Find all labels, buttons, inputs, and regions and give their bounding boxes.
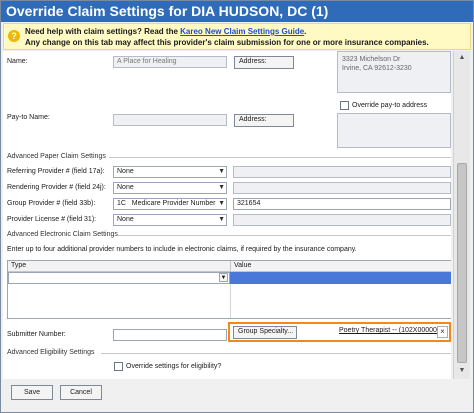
group-provider-select[interactable]: 1C Medicare Provider Number ▼: [113, 198, 227, 210]
override-payto-checkbox[interactable]: [340, 101, 349, 110]
help-infobar: ? Need help with claim settings? Read th…: [3, 23, 471, 50]
name-address-button[interactable]: Address:: [234, 56, 294, 69]
referring-provider-value: None: [117, 168, 134, 175]
window-title: Override Claim Settings for DIA HUDSON, …: [1, 1, 473, 22]
group-specialty-value[interactable]: Poetry Therapist -- (102X00000X): [339, 327, 444, 334]
override-eligibility-label: Override settings for eligibility?: [126, 363, 222, 370]
payto-name-label: Pay-to Name:: [7, 114, 50, 121]
type-column-header[interactable]: Type: [11, 262, 26, 269]
scrollbar-thumb[interactable]: [457, 163, 467, 363]
value-cell[interactable]: [230, 272, 451, 284]
rendering-provider-label: Rendering Provider # (field 24j):: [7, 184, 106, 191]
close-icon[interactable]: ×: [437, 326, 448, 338]
chevron-down-icon[interactable]: ▼: [219, 273, 228, 282]
paper-section-header: Advanced Paper Claim Settings: [7, 153, 106, 160]
name-field[interactable]: A Place for Healing: [113, 56, 227, 68]
cancel-button[interactable]: Cancel: [60, 385, 102, 400]
submitter-number-field[interactable]: [113, 329, 227, 341]
provider-numbers-grid[interactable]: Type Value ▼: [7, 260, 451, 319]
rendering-provider-value: None: [117, 184, 134, 191]
payto-name-field[interactable]: [113, 114, 227, 126]
paper-section-divider: [109, 157, 451, 158]
scroll-up-icon[interactable]: ▲: [454, 51, 470, 65]
chevron-down-icon: ▼: [218, 168, 225, 175]
override-eligibility-checkbox[interactable]: [114, 362, 123, 371]
rendering-provider-number[interactable]: [233, 182, 451, 194]
submitter-number-label: Submitter Number:: [7, 331, 66, 338]
electronic-instructions: Enter up to four additional provider num…: [7, 246, 357, 253]
provider-license-label: Provider License # (field 31):: [7, 216, 97, 223]
table-row[interactable]: ▼: [8, 272, 451, 284]
group-provider-type: Medicare Provider Number: [131, 200, 216, 207]
provider-license-number[interactable]: [233, 214, 451, 226]
referring-provider-number[interactable]: [233, 166, 451, 178]
rendering-provider-select[interactable]: None ▼: [113, 182, 227, 194]
chevron-down-icon: ▼: [218, 216, 225, 223]
eligibility-section-header: Advanced Eligibility Settings: [7, 349, 95, 356]
payto-address-box: [337, 113, 451, 148]
chevron-down-icon: ▼: [218, 184, 225, 191]
address-line-1: 3323 Michelson Dr: [342, 56, 401, 63]
provider-license-select[interactable]: None ▼: [113, 214, 227, 226]
claim-settings-guide-link[interactable]: Kareo New Claim Settings Guide: [180, 27, 304, 36]
type-cell[interactable]: [8, 272, 230, 284]
name-label: Name:: [7, 58, 28, 65]
address-line-2: Irvine, CA 92612-3230: [342, 65, 412, 72]
group-provider-number[interactable]: 321654: [233, 198, 451, 210]
help-message: Need help with claim settings? Read the …: [25, 27, 307, 36]
override-payto-label: Override pay-to address: [352, 102, 428, 109]
eligibility-section-divider: [101, 353, 451, 354]
override-claim-settings-window: Override Claim Settings for DIA HUDSON, …: [0, 0, 474, 413]
provider-license-value: None: [117, 216, 134, 223]
vertical-scrollbar[interactable]: ▲ ▼: [453, 51, 470, 379]
group-provider-label: Group Provider # (field 33b):: [7, 200, 96, 207]
referring-provider-select[interactable]: None ▼: [113, 166, 227, 178]
grid-column-line: [230, 284, 231, 318]
scroll-down-icon[interactable]: ▼: [454, 364, 470, 378]
save-button[interactable]: Save: [11, 385, 53, 400]
chevron-down-icon: ▼: [218, 200, 225, 207]
value-column-header[interactable]: Value: [234, 262, 251, 269]
group-specialty-button[interactable]: Group Specialty...: [233, 326, 297, 339]
name-address-box: 3323 Michelson Dr Irvine, CA 92612-3230: [337, 51, 451, 93]
referring-provider-label: Referring Provider # (field 17a):: [7, 168, 105, 175]
question-icon: ?: [8, 30, 20, 42]
column-separator: [230, 261, 231, 272]
group-qualifier: 1C: [117, 200, 126, 207]
warning-message: Any change on this tab may affect this p…: [25, 38, 429, 47]
grid-header: Type Value: [8, 261, 451, 272]
electronic-section-header: Advanced Electronic Claim Settings: [7, 231, 118, 238]
group-specialty-control: Group Specialty... Poetry Therapist -- (…: [228, 322, 451, 342]
electronic-section-divider: [118, 235, 451, 236]
payto-address-button[interactable]: Address:: [234, 114, 294, 127]
